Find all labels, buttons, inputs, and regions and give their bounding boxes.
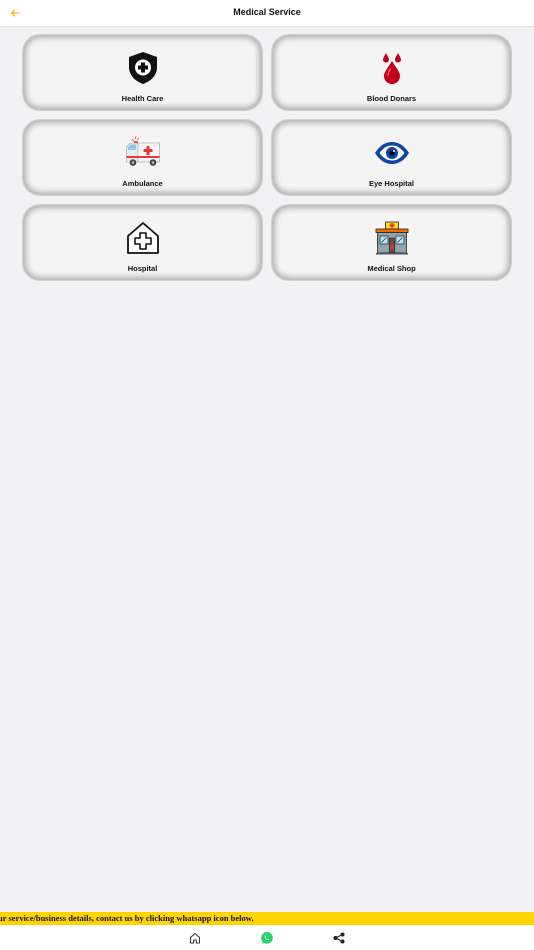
bottom-nav [0, 925, 534, 950]
eye-icon [374, 135, 410, 171]
shield-plus-icon [125, 50, 161, 86]
service-grid: Health Care Blood Donars Ambulance Eye H… [22, 34, 512, 281]
home-icon [190, 933, 200, 944]
hospital-house-icon [125, 220, 161, 256]
service-label: Hospital [127, 264, 158, 273]
home-button[interactable] [188, 931, 202, 945]
share-icon [333, 932, 345, 944]
whatsapp-icon [261, 932, 273, 944]
service-label: Medical Shop [367, 264, 416, 273]
service-label: Health Care [121, 94, 164, 103]
service-label: Ambulance [122, 179, 163, 188]
service-card-eye-hospital[interactable]: Eye Hospital [271, 119, 512, 196]
service-label: Blood Donars [366, 94, 417, 103]
service-label: Eye Hospital [368, 179, 414, 188]
service-card-medical-shop[interactable]: Medical Shop [271, 204, 512, 281]
blood-drops-icon [374, 50, 410, 86]
service-card-hospital[interactable]: Hospital [22, 204, 263, 281]
marquee-banner: ur service/business details, contact us … [0, 912, 534, 925]
medical-shop-icon [374, 220, 410, 256]
marquee-text: ur service/business details, contact us … [0, 913, 254, 923]
service-card-blood-donars[interactable]: Blood Donars [271, 34, 512, 111]
whatsapp-button[interactable] [260, 931, 274, 945]
service-card-health-care[interactable]: Health Care [22, 34, 263, 111]
page-title: Medical Service [233, 7, 301, 17]
ambulance-icon [125, 135, 161, 171]
share-button[interactable] [332, 931, 346, 945]
service-card-ambulance[interactable]: Ambulance [22, 119, 263, 196]
app-header: Medical Service [0, 0, 534, 27]
